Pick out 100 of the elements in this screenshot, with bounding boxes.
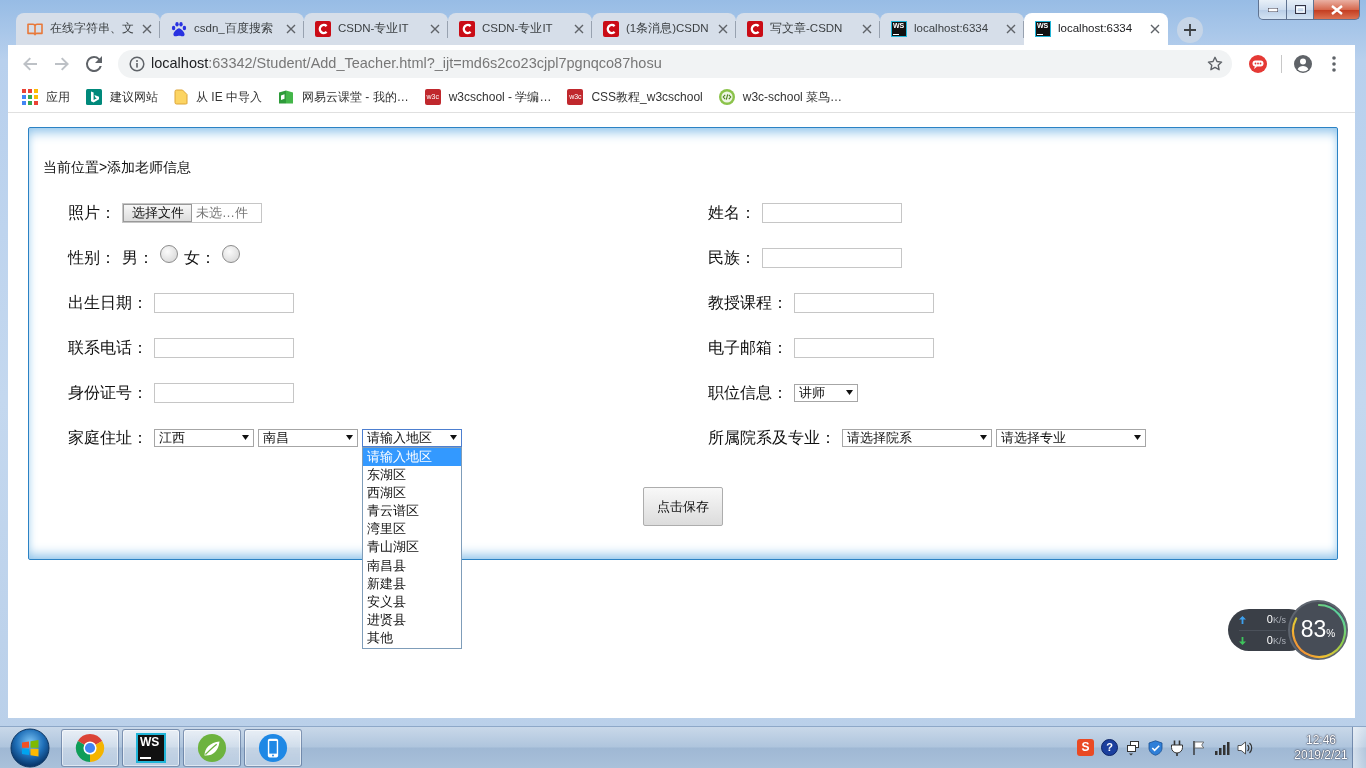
bookmark-item[interactable]: w3c-school 菜鸟… bbox=[710, 89, 851, 105]
profile-icon[interactable] bbox=[1294, 54, 1312, 73]
download-arrow-icon bbox=[1239, 636, 1246, 645]
field-label: 电子邮箱： bbox=[708, 337, 788, 358]
select-dropdown[interactable]: 讲师 bbox=[794, 383, 858, 402]
caret-icon bbox=[242, 435, 249, 440]
text-input[interactable] bbox=[154, 292, 294, 313]
browser-tab[interactable]: CSDN-专业IT bbox=[304, 13, 448, 45]
text-input[interactable] bbox=[762, 247, 902, 268]
choose-file-button[interactable]: 选择文件 bbox=[123, 203, 192, 222]
maximize-button[interactable] bbox=[1287, 0, 1314, 20]
radio-button[interactable] bbox=[222, 244, 240, 263]
select-dropdown[interactable]: 南昌 bbox=[258, 428, 358, 447]
dropdown-option[interactable]: 安义县 bbox=[363, 593, 461, 612]
text-input[interactable] bbox=[794, 292, 934, 313]
field-label: 性别： bbox=[68, 247, 116, 268]
new-tab-button[interactable] bbox=[1177, 17, 1203, 43]
taskbar-app-button[interactable] bbox=[61, 728, 119, 767]
breadcrumb-text: 当前位置>添加老师信息 bbox=[43, 158, 192, 177]
shield-icon[interactable] bbox=[1148, 739, 1163, 756]
speaker-icon[interactable] bbox=[1237, 739, 1253, 756]
select-dropdown[interactable]: 江西 bbox=[154, 428, 254, 447]
text-input[interactable] bbox=[762, 202, 902, 223]
option-label: 男： bbox=[122, 247, 154, 268]
field-label: 联系电话： bbox=[68, 337, 148, 358]
text-input[interactable] bbox=[154, 382, 294, 403]
browser-tab[interactable]: CSDN-专业IT bbox=[448, 13, 592, 45]
menu-icon[interactable] bbox=[1332, 55, 1336, 72]
help-icon[interactable]: ? bbox=[1101, 739, 1118, 756]
taskbar-app-button[interactable] bbox=[244, 728, 302, 767]
dropdown-option[interactable]: 其他 bbox=[363, 629, 461, 648]
dropdown-option[interactable]: 湾里区 bbox=[363, 520, 461, 539]
field-label: 家庭住址： bbox=[68, 427, 148, 448]
dropdown-option[interactable]: 青云谱区 bbox=[363, 502, 461, 521]
close-button[interactable] bbox=[1314, 0, 1360, 20]
select-dropdown[interactable]: 请选择专业 bbox=[996, 428, 1146, 447]
select-dropdown[interactable]: 请输入地区 bbox=[362, 428, 462, 447]
dropdown-option[interactable]: 西湖区 bbox=[363, 483, 461, 503]
browser-tab[interactable]: csdn_百度搜索 bbox=[160, 13, 304, 45]
caret-icon bbox=[846, 390, 853, 395]
download-speed-text: 0K/s bbox=[1266, 633, 1286, 648]
taskbar-app-button[interactable] bbox=[183, 728, 241, 767]
flag-icon[interactable] bbox=[1191, 739, 1207, 756]
file-input[interactable]: 选择文件 未选…件 bbox=[122, 202, 262, 223]
minimize-button[interactable] bbox=[1258, 0, 1287, 20]
dropdown-option[interactable]: 青山湖区 bbox=[363, 538, 461, 557]
close-icon[interactable] bbox=[718, 24, 728, 34]
dropdown-option[interactable]: 南昌县 bbox=[363, 556, 461, 575]
stacked-windows-icon[interactable] bbox=[1125, 739, 1141, 756]
reload-icon[interactable] bbox=[86, 55, 102, 72]
bookmark-item[interactable]: 应用 bbox=[14, 89, 78, 105]
clock-time: 12:46 bbox=[1306, 732, 1336, 748]
ws-logo-icon: WS bbox=[136, 732, 166, 763]
browser-tab[interactable]: (1条消息)CSDN bbox=[592, 13, 736, 45]
upload-arrow-icon bbox=[1239, 616, 1246, 624]
option-label: 女： bbox=[184, 247, 216, 268]
c-logo-icon bbox=[747, 21, 763, 37]
plug-icon[interactable] bbox=[1170, 739, 1184, 756]
caret-icon bbox=[450, 435, 457, 440]
text-input[interactable] bbox=[794, 337, 934, 358]
star-icon[interactable] bbox=[1207, 55, 1223, 72]
info-icon[interactable] bbox=[129, 55, 145, 72]
signal-bars-icon[interactable] bbox=[1214, 739, 1230, 756]
browser-tab[interactable]: 写文章-CSDN bbox=[736, 13, 880, 45]
close-icon[interactable] bbox=[142, 24, 152, 34]
dropdown-option[interactable]: 东湖区 bbox=[363, 465, 461, 484]
close-icon[interactable] bbox=[286, 24, 296, 34]
bookmark-item[interactable]: 网易云课堂 - 我的… bbox=[270, 89, 417, 105]
dropdown-option[interactable]: 新建县 bbox=[363, 574, 461, 593]
text-input[interactable] bbox=[154, 337, 294, 358]
dropdown-option[interactable]: 进贤县 bbox=[363, 611, 461, 630]
address-bar[interactable]: localhost:63342/Student/Add_Teacher.html?_ijt=md6s2co23cjpl7pgnqco87hosu bbox=[118, 49, 1232, 78]
code-icon bbox=[718, 89, 735, 105]
upload-speed-text: 0K/s bbox=[1266, 613, 1286, 627]
browser-tab[interactable]: 在线字符串、文 bbox=[16, 13, 160, 45]
chat-bubble-icon[interactable] bbox=[1249, 54, 1267, 73]
close-icon[interactable] bbox=[1150, 24, 1160, 34]
clock-date: 2019/2/21 bbox=[1294, 747, 1348, 763]
start-orb-icon[interactable] bbox=[10, 727, 50, 768]
show-desktop-button[interactable] bbox=[1352, 727, 1366, 768]
close-icon[interactable] bbox=[1006, 24, 1016, 34]
radio-button[interactable] bbox=[160, 244, 178, 263]
ime-icon[interactable]: S bbox=[1077, 739, 1094, 756]
book-icon bbox=[278, 89, 294, 105]
bookmark-item[interactable]: 从 IE 中导入 bbox=[166, 89, 270, 105]
close-icon[interactable] bbox=[574, 24, 584, 34]
select-dropdown[interactable]: 请选择院系 bbox=[842, 428, 992, 447]
minimize-icon bbox=[1267, 7, 1278, 12]
browser-logo-icon bbox=[75, 732, 105, 763]
close-icon[interactable] bbox=[430, 24, 440, 34]
field-label: 民族： bbox=[708, 247, 756, 268]
save-button[interactable]: 点击保存 bbox=[643, 487, 723, 526]
close-icon[interactable] bbox=[862, 24, 872, 34]
c-logo-icon bbox=[315, 21, 331, 37]
c-logo-icon bbox=[459, 21, 475, 37]
file-placeholder-text: 未选…件 bbox=[195, 203, 248, 222]
taskbar-app-button[interactable]: WS bbox=[122, 728, 180, 767]
apps-grid-icon bbox=[22, 89, 38, 105]
field-label: 职位信息： bbox=[708, 382, 788, 403]
bookmark-item[interactable]: 建议网站 bbox=[78, 89, 166, 105]
